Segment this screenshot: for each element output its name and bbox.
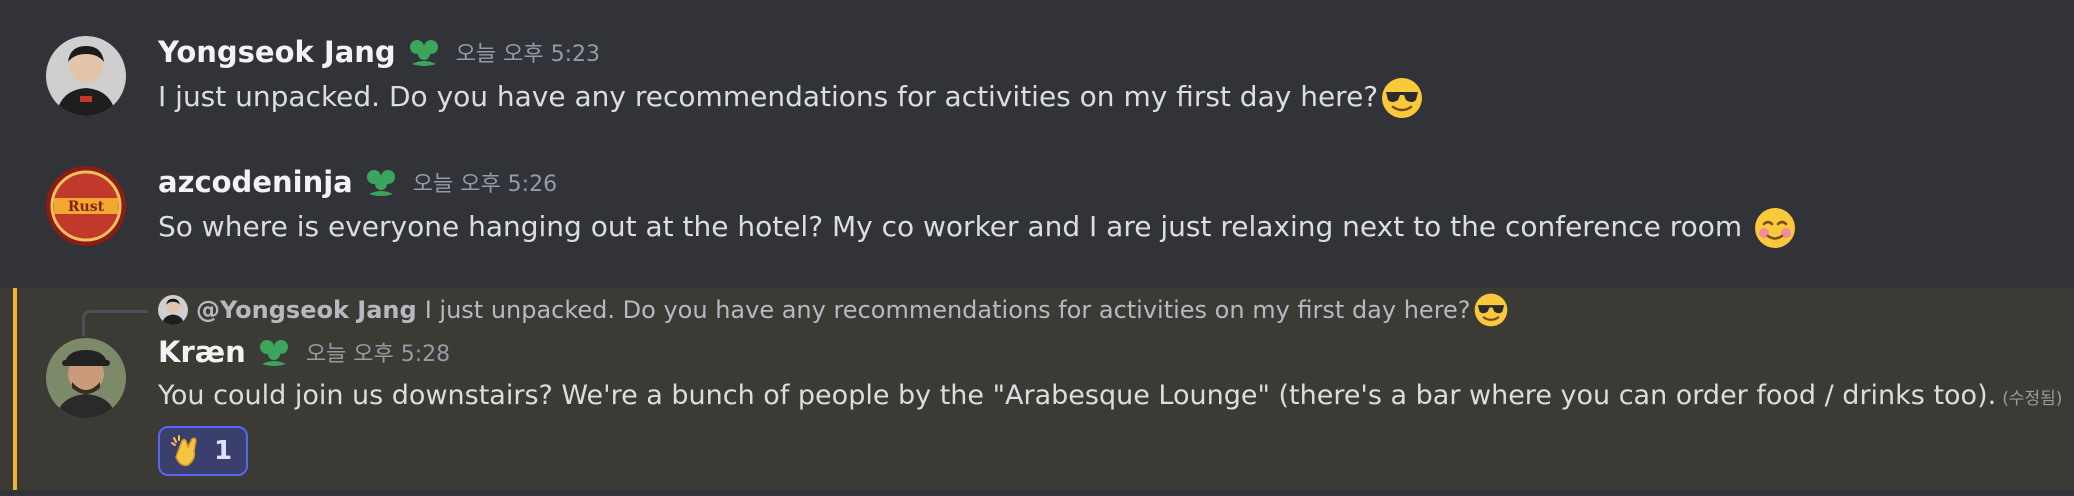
message-text: So where is everyone hanging out at the … [158, 210, 1752, 243]
message-content: I just unpacked. Do you have any recomme… [158, 76, 1424, 120]
sunglasses-emoji-icon [1380, 76, 1424, 120]
timestamp: 오늘 오후 5:28 [305, 342, 451, 367]
reply-spine [82, 310, 148, 336]
reply-preview[interactable]: @Yongseok Jang I just unpacked. Do you h… [158, 292, 1509, 328]
reply-text: I just unpacked. Do you have any recomme… [424, 296, 1471, 324]
chat-messages: Yongseok Jang 오늘 오후 5:23 I just unpacked… [0, 0, 2074, 496]
avatar[interactable] [46, 338, 126, 418]
message-text: You could join us downstairs? We're a bu… [158, 380, 1997, 411]
reply-avatar [158, 295, 188, 325]
message-content: So where is everyone hanging out at the … [158, 206, 1797, 250]
message-header: Kræn 오늘 오후 5:28 [158, 334, 450, 370]
message-item[interactable]: Yongseok Jang 오늘 오후 5:23 I just unpacked… [0, 0, 2074, 130]
sunglasses-emoji-icon [1473, 292, 1509, 328]
svg-text:Rust: Rust [68, 199, 105, 215]
clover-icon[interactable] [406, 34, 442, 70]
message-header: Yongseok Jang 오늘 오후 5:23 [158, 34, 600, 70]
username[interactable]: azcodeninja [158, 165, 353, 199]
message-text: I just unpacked. Do you have any recomme… [158, 80, 1379, 113]
reaction-button[interactable]: 1 [158, 426, 248, 476]
message-header: azcodeninja 오늘 오후 5:26 [158, 164, 557, 200]
avatar[interactable] [46, 36, 126, 116]
reply-author[interactable]: @Yongseok Jang [196, 296, 417, 324]
reaction-count: 1 [214, 436, 233, 466]
avatar[interactable]: Rust [46, 166, 126, 246]
message-item[interactable]: Rust azcodeninja 오늘 오후 5:26 So where is … [0, 130, 2074, 280]
username[interactable]: Yongseok Jang [158, 35, 396, 69]
timestamp: 오늘 오후 5:26 [412, 172, 558, 197]
clapping-hands-icon [168, 433, 204, 469]
edited-label: (수정됨) [2002, 389, 2063, 409]
timestamp: 오늘 오후 5:23 [455, 42, 601, 67]
message-item-reply[interactable]: @Yongseok Jang I just unpacked. Do you h… [0, 288, 2074, 490]
username[interactable]: Kræn [158, 335, 246, 369]
message-content: You could join us downstairs? We're a bu… [158, 380, 2062, 411]
clover-icon[interactable] [256, 334, 292, 370]
smiling-face-emoji-icon [1753, 206, 1797, 250]
clover-icon[interactable] [363, 164, 399, 200]
